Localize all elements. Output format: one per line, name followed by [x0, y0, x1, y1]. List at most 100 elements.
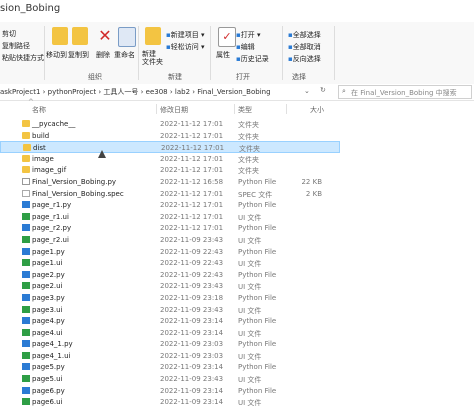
file-row[interactable]: page2.py 2022-11-09 22:43 Python File — [0, 269, 340, 281]
python-file-icon — [22, 363, 30, 371]
copy-path-button[interactable]: 复制路径 — [2, 41, 30, 51]
column-name[interactable]: 名称 — [32, 105, 46, 115]
file-type: SPEC 文件 — [238, 190, 273, 199]
file-row[interactable]: image 2022-11-12 17:01 文件夹 — [0, 153, 340, 165]
breadcrumb-item[interactable]: Final_Version_Bobing — [197, 88, 270, 96]
file-row[interactable]: dist 2022-11-12 17:01 文件夹 — [0, 141, 340, 153]
file-row[interactable]: page5.ui 2022-11-09 23:43 UI 文件 — [0, 373, 340, 385]
new-folder-icon — [145, 27, 161, 45]
file-type: UI 文件 — [238, 306, 262, 315]
file-row[interactable]: __pycache__ 2022-11-12 17:01 文件夹 — [0, 118, 340, 130]
file-type: UI 文件 — [238, 399, 262, 408]
file-row[interactable]: page5.py 2022-11-09 23:14 Python File — [0, 361, 340, 373]
search-box[interactable]: ⌕ 在 Final_Version_Bobing 中搜索 — [338, 85, 472, 99]
file-type: UI 文件 — [238, 376, 262, 385]
file-row[interactable]: Final_Version_Bobing.py 2022-11-12 16:58 P… — [0, 176, 340, 188]
edit-button[interactable]: ▪编辑 — [236, 42, 255, 52]
file-date: 2022-11-09 22:43 — [160, 270, 224, 279]
title-bar: sion_Bobing — [0, 0, 474, 23]
breadcrumb-item[interactable]: pythonProject — [48, 88, 96, 96]
spec-file-icon — [22, 189, 30, 197]
breadcrumb: askProject1 › pythonProject › 工具人一号 › ee… — [0, 87, 271, 97]
rename-icon — [118, 27, 136, 47]
file-date: 2022-11-09 23:43 — [160, 282, 224, 291]
ui-file-icon — [22, 305, 30, 313]
file-list: __pycache__ 2022-11-12 17:01 文件夹 build 2022-… — [0, 118, 340, 408]
cut-button[interactable]: 剪切 — [2, 29, 16, 39]
open-button[interactable]: ▪打开 ▾ — [236, 30, 261, 40]
invert-selection-button[interactable]: ▪反向选择 — [288, 54, 321, 64]
breadcrumb-item[interactable]: askProject1 — [0, 88, 40, 96]
file-type: UI 文件 — [238, 236, 262, 245]
file-row[interactable]: page3.py 2022-11-09 23:18 Python File — [0, 292, 340, 304]
file-row[interactable]: page2.ui 2022-11-09 23:43 UI 文件 — [0, 280, 340, 292]
file-row[interactable]: page6.py 2022-11-09 23:14 Python File — [0, 385, 340, 397]
copy-to-button[interactable]: 复制到 — [68, 50, 89, 60]
file-name: page4_1.py — [32, 340, 73, 349]
search-input[interactable]: 在 Final_Version_Bobing 中搜索 — [351, 88, 457, 98]
ui-file-icon — [22, 282, 30, 290]
file-row[interactable]: page_r1.ui 2022-11-12 17:01 UI 文件 — [0, 211, 340, 223]
breadcrumb-item[interactable]: 工具人一号 — [103, 88, 138, 96]
file-row[interactable]: build 2022-11-12 17:01 文件夹 — [0, 130, 340, 142]
properties-button[interactable]: 属性 — [216, 50, 230, 60]
file-row[interactable]: page4_1.ui 2022-11-09 23:03 UI 文件 — [0, 350, 340, 362]
file-row[interactable]: page6.ui 2022-11-09 23:14 UI 文件 — [0, 396, 340, 408]
file-name: page3.py — [32, 293, 65, 302]
ui-file-icon — [22, 398, 30, 406]
file-date: 2022-11-12 17:01 — [161, 144, 225, 153]
column-date[interactable]: 修改日期 — [160, 105, 188, 115]
file-date: 2022-11-12 17:01 — [160, 201, 224, 210]
file-type: 文件夹 — [238, 132, 259, 141]
file-name: image — [32, 154, 54, 163]
column-type[interactable]: 类型 — [238, 105, 252, 115]
python-file-icon — [22, 247, 30, 255]
new-item-button[interactable]: ▪新建项目 ▾ — [166, 30, 205, 40]
edit-label: 编辑 — [240, 43, 255, 51]
file-row[interactable]: page_r2.ui 2022-11-09 23:43 UI 文件 — [0, 234, 340, 246]
file-date: 2022-11-09 23:18 — [160, 293, 224, 302]
move-to-button[interactable]: 移动到 — [46, 50, 67, 60]
file-row[interactable]: page4.py 2022-11-09 23:14 Python File — [0, 315, 340, 327]
delete-button[interactable]: 删除 — [96, 50, 110, 60]
file-size: 2 KB — [305, 189, 322, 198]
open-label: 打开 — [240, 31, 255, 39]
new-folder-button[interactable]: 新建 文件夹 — [142, 50, 163, 66]
chevron-down-icon: ▾ — [256, 31, 261, 39]
file-row[interactable]: page1.ui 2022-11-09 22:43 UI 文件 — [0, 257, 340, 269]
select-all-button[interactable]: ▪全部选择 — [288, 30, 321, 40]
folder-icon — [22, 154, 30, 162]
python-file-icon — [22, 177, 30, 185]
file-name: Final_Version_Bobing.py — [32, 177, 117, 186]
file-name: page4.py — [32, 317, 65, 326]
file-row[interactable]: page1.py 2022-11-09 22:43 Python File — [0, 246, 340, 258]
file-row[interactable]: page_r2.py 2022-11-12 17:01 Python File — [0, 222, 340, 234]
easy-access-button[interactable]: ▪轻松访问 ▾ — [166, 42, 205, 52]
breadcrumb-item[interactable]: lab2 — [175, 88, 190, 96]
file-row[interactable]: image_gif 2022-11-12 17:01 文件夹 — [0, 164, 340, 176]
file-name: page6.ui — [32, 398, 63, 407]
chevron-down-icon[interactable]: ⌄ — [304, 87, 310, 95]
file-size: 22 KB — [301, 177, 322, 186]
file-date: 2022-11-12 17:01 — [160, 212, 224, 221]
file-name: Final_Version_Bobing.spec — [32, 189, 124, 198]
rename-button[interactable]: 重命名 — [114, 50, 135, 60]
file-date: 2022-11-12 17:01 — [160, 131, 224, 140]
file-row[interactable]: page_r1.py 2022-11-12 17:01 Python File — [0, 199, 340, 211]
column-size[interactable]: 大小 — [310, 105, 324, 115]
history-button[interactable]: ▪历史记录 — [236, 54, 269, 64]
select-none-button[interactable]: ▪全部取消 — [288, 42, 321, 52]
paste-shortcut-button[interactable]: 粘贴快捷方式 — [2, 53, 44, 63]
file-row[interactable]: page4.ui 2022-11-09 23:14 UI 文件 — [0, 327, 340, 339]
file-type: UI 文件 — [238, 283, 262, 292]
file-date: 2022-11-12 17:01 — [160, 154, 224, 163]
breadcrumb-item[interactable]: ee308 — [146, 88, 168, 96]
chevron-down-icon: ▾ — [200, 43, 205, 51]
refresh-icon[interactable]: ↻ — [320, 86, 326, 94]
file-row[interactable]: page3.ui 2022-11-09 23:43 UI 文件 — [0, 304, 340, 316]
file-row[interactable]: Final_Version_Bobing.spec 2022-11-12 17:0… — [0, 188, 340, 200]
file-type: Python File — [238, 293, 277, 302]
address-bar[interactable]: askProject1 › pythonProject › 工具人一号 › ee… — [0, 84, 474, 101]
python-file-icon — [22, 224, 30, 232]
file-row[interactable]: page4_1.py 2022-11-09 23:03 Python File — [0, 338, 340, 350]
